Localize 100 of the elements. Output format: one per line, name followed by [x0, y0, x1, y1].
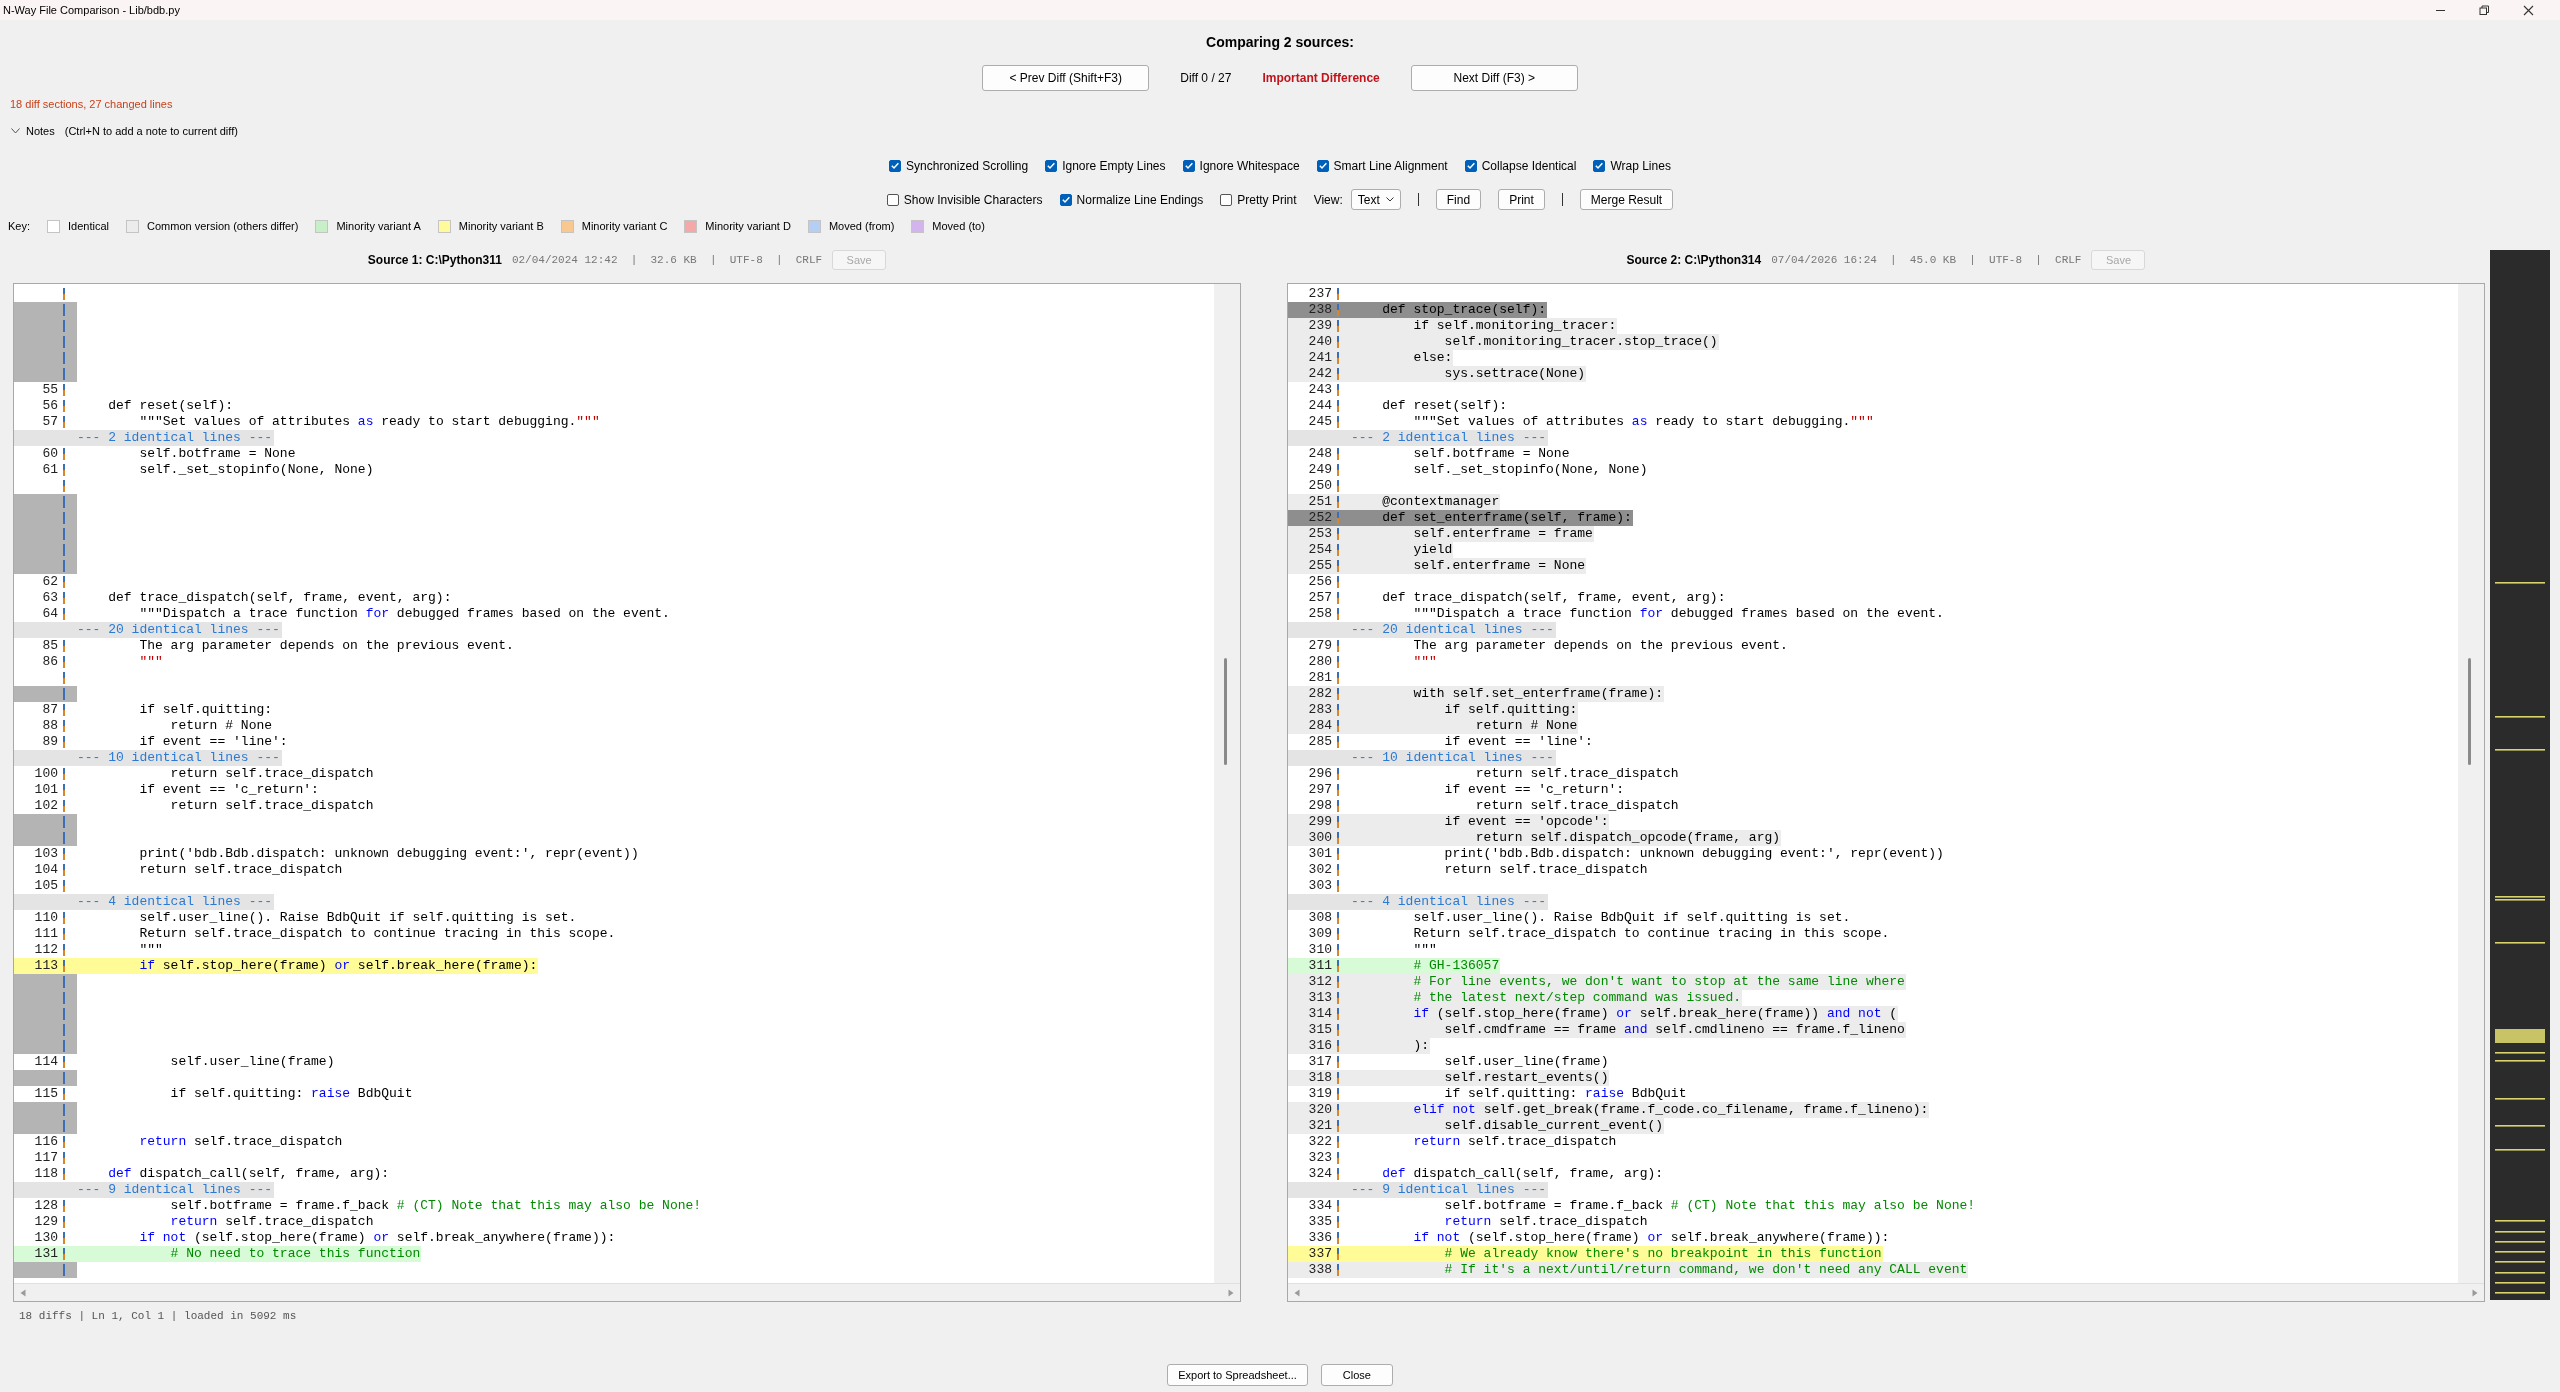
line-number: 280	[1288, 654, 1351, 670]
code-line: return self.trace_dispatch	[169, 798, 375, 814]
code-line: def trace_dispatch(self, frame, event, arg):	[107, 590, 453, 606]
line-number: 337	[1288, 1246, 1351, 1262]
dialog-button[interactable]: Close	[1320, 1364, 1393, 1386]
next-diff-button[interactable]: Next Diff (F3) >	[1410, 65, 1578, 91]
dialog-button[interactable]: Export to Spreadsheet...	[1167, 1364, 1308, 1386]
line-number: 253	[1288, 526, 1351, 542]
checkbox-label[interactable]: Normalize Line Endings	[1076, 192, 1204, 207]
collapsed-lines-marker[interactable]: --- 2 identical lines ---	[1288, 430, 1549, 446]
line-number: 308	[1288, 910, 1351, 926]
code-line: self.botframe = None	[138, 446, 297, 462]
line-number: 245	[1288, 414, 1351, 430]
line-number: 255	[1288, 558, 1351, 574]
code-line: """Dispatch a trace function for debugged frames based on the event.	[138, 606, 671, 622]
line-number: 319	[1288, 1086, 1351, 1102]
source-title: Source 2: C:\Python314	[1626, 253, 1762, 267]
checkbox[interactable]	[1316, 159, 1329, 172]
view-dropdown[interactable]: Text	[1350, 189, 1401, 210]
line-number: 244	[1288, 398, 1351, 414]
code-line: """	[1412, 942, 1438, 958]
line-number: 63	[14, 590, 77, 606]
collapsed-lines-marker[interactable]: --- 20 identical lines ---	[1288, 622, 1556, 638]
code-line: return self.trace_dispatch	[1474, 798, 1680, 814]
code-line: return self.trace_dispatch	[138, 1134, 344, 1150]
line-number: 311	[1288, 958, 1351, 974]
checkbox-label[interactable]: Wrap Lines	[1610, 158, 1671, 173]
toolbar-button[interactable]: Merge Result	[1579, 189, 1674, 210]
close-icon[interactable]	[2522, 4, 2534, 16]
line-number: 321	[1288, 1118, 1351, 1134]
line-number: 117	[14, 1150, 77, 1166]
collapsed-lines-marker[interactable]: --- 9 identical lines ---	[1288, 1182, 1549, 1198]
diff-summary: 18 diff sections, 27 changed lines	[10, 98, 173, 110]
line-number: 113	[14, 958, 77, 974]
code-line: return self.trace_dispatch	[1474, 766, 1680, 782]
code-line: if event == 'c_return':	[138, 782, 320, 798]
checkbox[interactable]	[886, 193, 899, 206]
line-number: 249	[1288, 462, 1351, 478]
scrollbar-thumb[interactable]	[1224, 658, 1227, 765]
code-line: def dispatch_call(self, frame, arg):	[1381, 1166, 1665, 1182]
code-line: Return self.trace_dispatch to continue tracing in this scope.	[138, 926, 617, 942]
checkbox[interactable]	[1182, 159, 1195, 172]
toolbar-button[interactable]: Print	[1498, 189, 1545, 210]
checkbox-label[interactable]: Show Invisible Characters	[903, 192, 1043, 207]
checkbox-label[interactable]: Ignore Whitespace	[1199, 158, 1300, 173]
code-line: """	[138, 654, 164, 670]
collapsed-lines-marker[interactable]: --- 2 identical lines ---	[14, 430, 275, 446]
line-number: 105	[14, 878, 77, 894]
line-number: 116	[14, 1134, 77, 1150]
code-line: """	[1412, 654, 1438, 670]
line-number: 298	[1288, 798, 1351, 814]
code-line: Return self.trace_dispatch to continue tracing in this scope.	[1412, 926, 1891, 942]
collapsed-lines-marker[interactable]: --- 20 identical lines ---	[14, 622, 282, 638]
code-line: self.user_line(). Raise BdbQuit if self.quitting is set.	[138, 910, 578, 926]
line-number: 313	[1288, 990, 1351, 1006]
code-line: if self.quitting:	[138, 702, 274, 718]
code-line: if not (self.stop_here(frame) or self.break_anywhere(frame)):	[138, 1230, 617, 1246]
key-item-label: Common version (others differ)	[147, 220, 299, 232]
checkbox[interactable]	[1220, 193, 1233, 206]
line-number: 64	[14, 606, 77, 622]
code-line: def dispatch_call(self, frame, arg):	[107, 1166, 391, 1182]
save-button: Save	[2091, 250, 2146, 270]
dialog-heading: Comparing 2 sources:	[1206, 33, 1354, 52]
code-line: """Dispatch a trace function for debugged frames based on the event.	[1412, 606, 1945, 622]
line-number: 243	[1288, 382, 1351, 398]
checkbox[interactable]	[1045, 159, 1058, 172]
checkbox-label[interactable]: Collapse Identical	[1481, 158, 1577, 173]
line-number: 56	[14, 398, 77, 414]
code-line: if not (self.stop_here(frame) or self.break_anywhere(frame)):	[1412, 1230, 1891, 1246]
checkbox[interactable]	[1059, 193, 1072, 206]
code-line: def trace_dispatch(self, frame, event, arg):	[1381, 590, 1727, 606]
line-number: 239	[1288, 318, 1351, 334]
diff-overview-map[interactable]	[2490, 250, 2550, 1300]
importance-label: Important Difference	[1262, 71, 1380, 85]
checkbox[interactable]	[1464, 159, 1477, 172]
toolbar-button[interactable]: Find	[1435, 189, 1482, 210]
restore-icon[interactable]	[2478, 4, 2490, 16]
code-line: print('bdb.Bdb.dispatch: unknown debugging event:', repr(event))	[138, 846, 640, 862]
line-number: 279	[1288, 638, 1351, 654]
source-title: Source 1: C:\Python311	[367, 253, 502, 267]
line-number: 248	[1288, 446, 1351, 462]
prev-diff-button[interactable]: < Prev Diff (Shift+F3)	[982, 65, 1150, 91]
checkbox[interactable]	[1593, 159, 1606, 172]
line-number: 315	[1288, 1022, 1351, 1038]
scrollbar-thumb[interactable]	[2468, 658, 2471, 765]
checkbox-label[interactable]: Pretty Print	[1237, 192, 1297, 207]
checkbox[interactable]	[889, 159, 902, 172]
line-number: 282	[1288, 686, 1351, 702]
notes-toggle[interactable]: Notes (Ctrl+N to add a note to current diff)	[11, 123, 238, 139]
code-line: return # None	[169, 718, 274, 734]
collapsed-lines-marker[interactable]: --- 9 identical lines ---	[14, 1182, 275, 1198]
checkbox-label[interactable]: Smart Line Alignment	[1333, 158, 1448, 173]
code-line: The arg parameter depends on the previous event.	[1412, 638, 1789, 654]
code-line: self.botframe = frame.f_back # (CT) Note that this may also be None!	[169, 1198, 703, 1214]
checkbox-label[interactable]: Ignore Empty Lines	[1062, 158, 1166, 173]
line-number: 309	[1288, 926, 1351, 942]
line-number: 299	[1288, 814, 1351, 830]
line-number: 338	[1288, 1262, 1351, 1278]
line-number: 100	[14, 766, 77, 782]
checkbox-label[interactable]: Synchronized Scrolling	[906, 158, 1029, 173]
